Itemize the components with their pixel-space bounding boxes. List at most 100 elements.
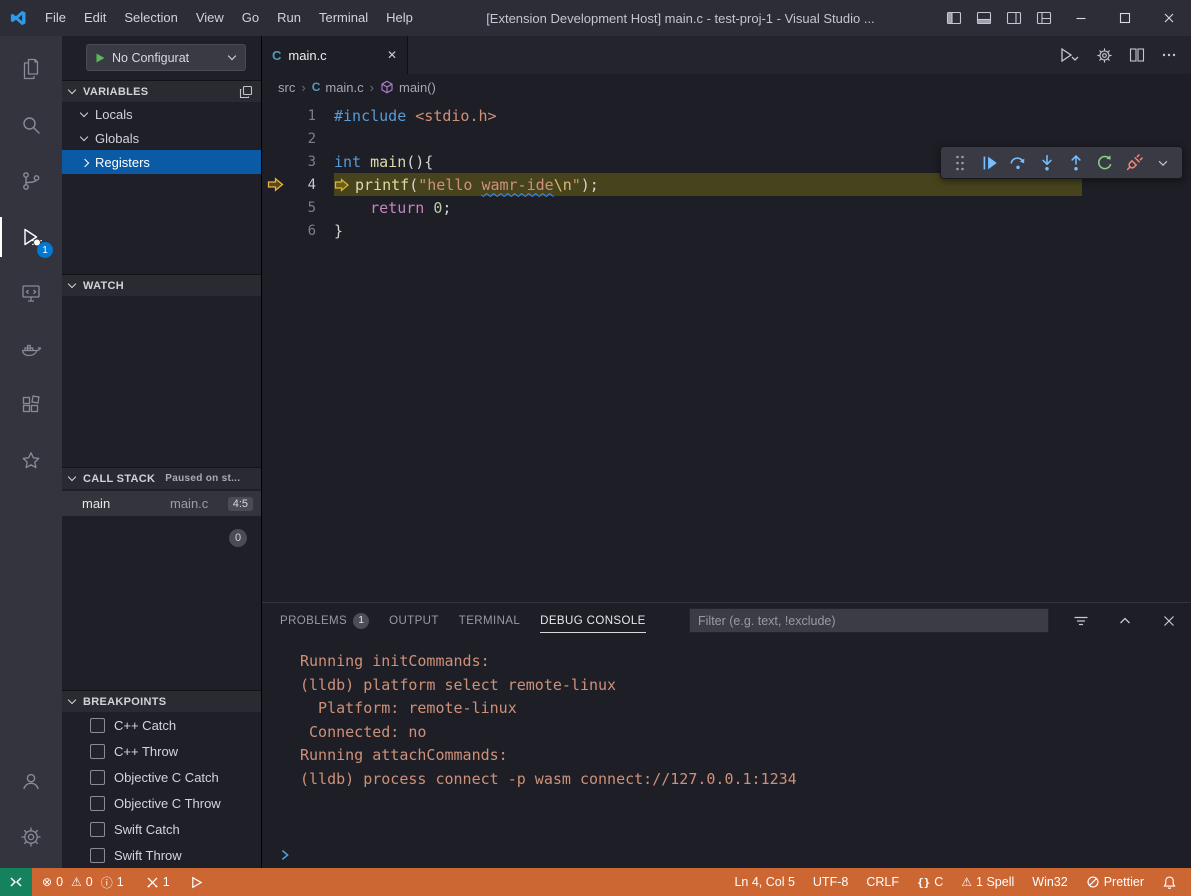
maximize-button[interactable] <box>1103 0 1147 36</box>
breakpoint-checkbox[interactable] <box>90 744 105 759</box>
menu-file[interactable]: File <box>36 0 75 36</box>
tab-main-c[interactable]: C main.c ✕ <box>262 36 408 74</box>
breakpoint-checkbox[interactable] <box>90 822 105 837</box>
eol-status[interactable]: CRLF <box>860 868 905 896</box>
console-input-chevron[interactable] <box>278 848 292 862</box>
panel-tab-terminal[interactable]: TERMINAL <box>459 603 520 638</box>
disconnect-icon[interactable] <box>1121 150 1147 176</box>
breadcrumb-main[interactable]: main() <box>380 80 436 95</box>
cursor-position[interactable]: Ln 4, Col 5 <box>728 868 800 896</box>
customize-layout-icon[interactable] <box>1029 0 1059 36</box>
breakpoints-header[interactable]: BREAKPOINTS <box>62 690 261 712</box>
activitybar-run-and-debug[interactable]: 1 <box>0 212 62 262</box>
activitybar-settings[interactable] <box>0 812 62 862</box>
line-number: 2 <box>288 131 316 147</box>
debug-session-chevron-icon[interactable] <box>1150 150 1176 176</box>
breakpoint-c-catch[interactable]: C++ Catch <box>62 712 261 738</box>
restart-icon[interactable] <box>1092 150 1118 176</box>
problems-status[interactable]: ⊗0 ⚠0 ⓘ1 <box>36 868 130 896</box>
breadcrumb-separator: › <box>301 80 305 95</box>
panel-tab-debug-console[interactable]: DEBUG CONSOLE <box>540 603 646 638</box>
breakpoint-swift-throw[interactable]: Swift Throw <box>62 842 261 868</box>
continue-icon[interactable] <box>976 150 1002 176</box>
activitybar-extensions[interactable] <box>0 380 62 430</box>
activitybar-source-control[interactable] <box>0 156 62 206</box>
gutter-line-4[interactable] <box>262 177 288 192</box>
code-line-1[interactable]: 1#include <stdio.h> <box>262 104 1191 127</box>
start-debug-icon[interactable] <box>94 52 106 64</box>
close-tab-icon[interactable]: ✕ <box>387 48 397 62</box>
debug-config-dropdown[interactable]: No Configurat <box>86 44 246 71</box>
step-out-icon[interactable] <box>1063 150 1089 176</box>
window-title: [Extension Development Host] main.c - te… <box>422 11 939 26</box>
variables-header[interactable]: VARIABLES <box>62 80 261 102</box>
console-filter-input[interactable] <box>689 608 1049 633</box>
breakpoint-objective-c-catch[interactable]: Objective C Catch <box>62 764 261 790</box>
breakpoint-checkbox[interactable] <box>90 848 105 863</box>
drag-grip-icon[interactable] <box>947 150 973 176</box>
activitybar-search[interactable] <box>0 100 62 150</box>
minimize-button[interactable] <box>1059 0 1103 36</box>
code-editor[interactable]: 1#include <stdio.h>23int main(){4printf(… <box>262 100 1191 602</box>
gear-icon[interactable] <box>1096 47 1113 64</box>
breakpoint-c-throw[interactable]: C++ Throw <box>62 738 261 764</box>
breadcrumb-src[interactable]: src <box>278 80 295 95</box>
breakpoint-swift-catch[interactable]: Swift Catch <box>62 816 261 842</box>
call-stack-header[interactable]: CALL STACK Paused on st... <box>62 467 261 489</box>
menu-go[interactable]: Go <box>233 0 268 36</box>
variables-item-registers[interactable]: Registers <box>62 150 261 174</box>
platform-status[interactable]: Win32 <box>1026 868 1073 896</box>
breakpoint-checkbox[interactable] <box>90 796 105 811</box>
menu-help[interactable]: Help <box>377 0 422 36</box>
tools-status[interactable]: 1 <box>140 868 176 896</box>
remote-explorer-icon <box>19 281 43 305</box>
spell-status[interactable]: ⚠ 1 Spell <box>955 868 1020 896</box>
breakpoint-objective-c-throw[interactable]: Objective C Throw <box>62 790 261 816</box>
code-line-5[interactable]: 5 return 0; <box>262 196 1191 219</box>
breakpoint-label: C++ Throw <box>114 744 178 759</box>
menu-selection[interactable]: Selection <box>115 0 186 36</box>
step-over-icon[interactable] <box>1005 150 1031 176</box>
activitybar-accounts[interactable] <box>0 756 62 806</box>
step-into-icon[interactable] <box>1034 150 1060 176</box>
breakpoint-checkbox[interactable] <box>90 718 105 733</box>
activitybar-docker[interactable] <box>0 324 62 374</box>
panel-tab-problems[interactable]: PROBLEMS1 <box>280 603 369 638</box>
language-mode[interactable]: {} C <box>911 868 949 896</box>
remote-indicator[interactable] <box>0 868 32 896</box>
remote-icon <box>8 874 24 890</box>
debug-console-output[interactable]: Running initCommands:(lldb) platform sel… <box>262 638 1191 868</box>
collapse-all-icon[interactable] <box>239 85 253 99</box>
toggle-panel-icon[interactable] <box>969 0 999 36</box>
variables-item-globals[interactable]: Globals <box>62 126 261 150</box>
notifications-bell[interactable] <box>1156 868 1183 896</box>
close-button[interactable] <box>1147 0 1191 36</box>
breadcrumb-main-c[interactable]: Cmain.c <box>312 80 364 95</box>
menu-terminal[interactable]: Terminal <box>310 0 377 36</box>
run-menu-icon[interactable] <box>1058 46 1080 64</box>
filter-icon[interactable] <box>1069 609 1093 633</box>
encoding-status[interactable]: UTF-8 <box>807 868 854 896</box>
activitybar-remote-explorer[interactable] <box>0 268 62 318</box>
stack-frame-row[interactable]: main main.c 4:5 <box>62 491 261 516</box>
menu-run[interactable]: Run <box>268 0 310 36</box>
toggle-secondary-sidebar-icon[interactable] <box>999 0 1029 36</box>
source-control-icon <box>19 169 43 193</box>
watch-header[interactable]: WATCH <box>62 274 261 296</box>
activitybar-star[interactable] <box>0 436 62 486</box>
close-panel-icon[interactable] <box>1157 609 1181 633</box>
maximize-panel-icon[interactable] <box>1113 609 1137 633</box>
panel-tab-output[interactable]: OUTPUT <box>389 603 439 638</box>
chevron-right-icon <box>79 157 90 168</box>
menu-view[interactable]: View <box>187 0 233 36</box>
formatter-status[interactable]: Prettier <box>1080 868 1150 896</box>
activitybar-explorer[interactable] <box>0 44 62 94</box>
debug-status[interactable] <box>184 868 209 896</box>
menu-edit[interactable]: Edit <box>75 0 115 36</box>
split-editor-icon[interactable] <box>1129 47 1145 63</box>
variables-item-locals[interactable]: Locals <box>62 102 261 126</box>
toggle-sidebar-icon[interactable] <box>939 0 969 36</box>
code-line-6[interactable]: 6} <box>262 219 1191 242</box>
more-actions-icon[interactable] <box>1161 47 1177 63</box>
breakpoint-checkbox[interactable] <box>90 770 105 785</box>
